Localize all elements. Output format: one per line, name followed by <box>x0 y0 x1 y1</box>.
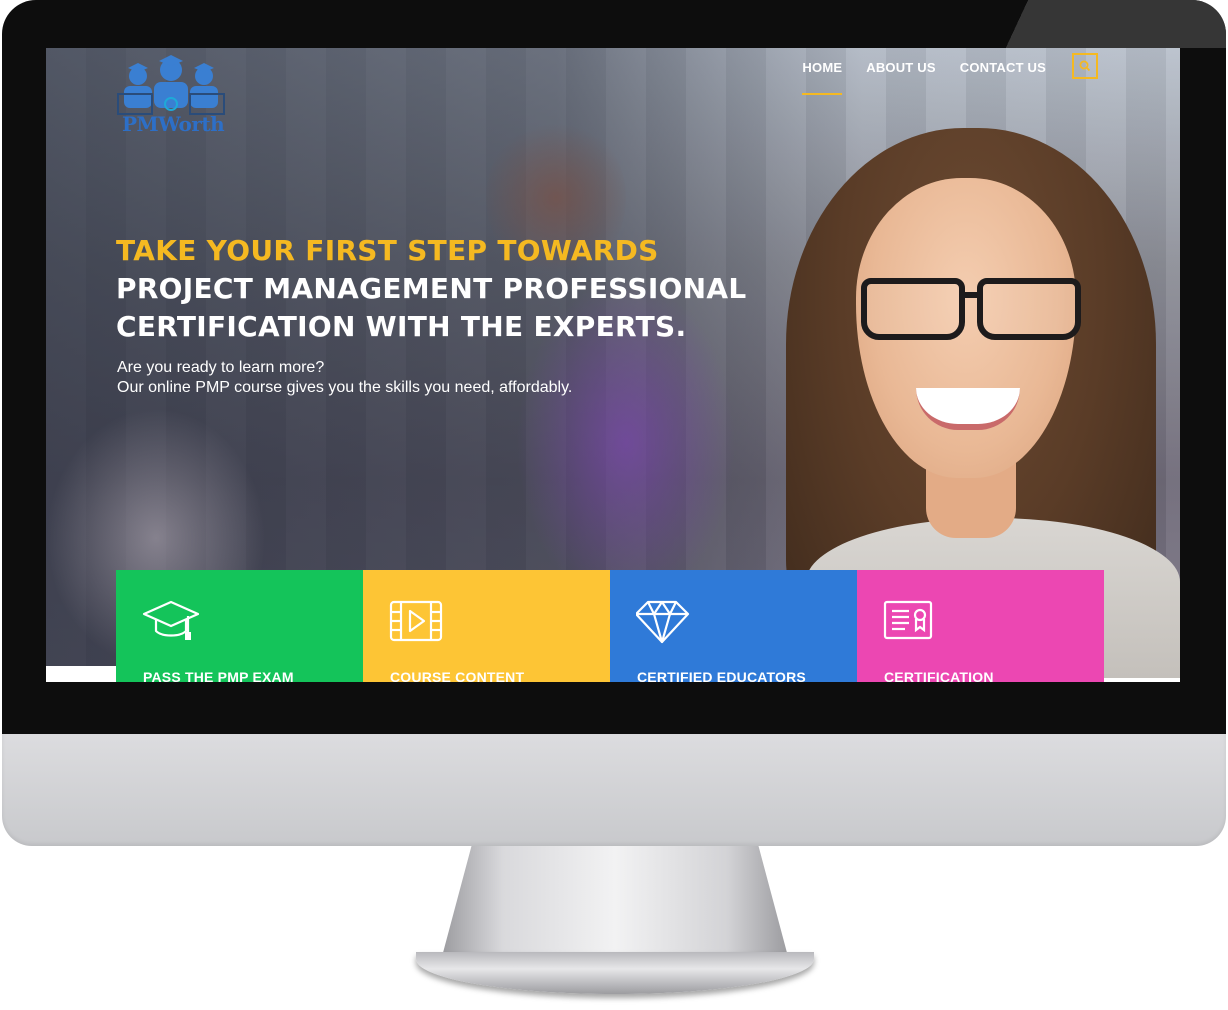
website-screen: PMWorth HOME ABOUT US CONTACT US TAKE YO… <box>46 48 1180 682</box>
glasses <box>861 278 1081 340</box>
feature-card-course-content[interactable]: COURSE CONTENT <box>363 570 610 682</box>
feature-label: CERTIFIED EDUCATORS <box>637 669 806 682</box>
main-nav: HOME ABOUT US CONTACT US <box>802 60 1046 95</box>
headline-line-3: CERTIFICATION WITH THE EXPERTS. <box>116 310 687 343</box>
glasses-lens-left <box>861 278 965 340</box>
bezel-reflection <box>966 0 1226 48</box>
glasses-lens-right <box>977 278 1081 340</box>
feature-card-certified-educators[interactable]: CERTIFIED EDUCATORS <box>610 570 857 682</box>
diamond-icon <box>636 600 690 644</box>
feature-cards: PASS THE PMP EXAM COURSE CONTENT CERTIFI… <box>116 570 1104 682</box>
subtext-line-1: Are you ready to learn more? <box>117 359 325 376</box>
site-logo[interactable]: PMWorth <box>116 52 226 138</box>
video-film-icon <box>389 600 443 642</box>
headline-line-2: PROJECT MANAGEMENT PROFESSIONAL <box>116 272 747 305</box>
nav-contact-us[interactable]: CONTACT US <box>960 60 1046 95</box>
feature-label: COURSE CONTENT <box>390 669 525 682</box>
monitor-chin <box>2 734 1226 846</box>
monitor-stand <box>440 846 790 964</box>
feature-label: PASS THE PMP EXAM <box>143 669 294 682</box>
feature-label: CERTIFICATION <box>884 669 994 682</box>
search-icon <box>1079 60 1091 72</box>
graduation-cap-icon <box>142 600 200 640</box>
monitor-stand-base <box>416 952 814 994</box>
monitor-frame: PMWorth HOME ABOUT US CONTACT US TAKE YO… <box>0 0 1228 1010</box>
hero-headline: TAKE YOUR FIRST STEP TOWARDS PROJECT MAN… <box>116 232 816 346</box>
nav-home[interactable]: HOME <box>802 60 843 95</box>
hero-subtext: Are you ready to learn more? Our online … <box>117 358 572 398</box>
headline-accent: TAKE YOUR FIRST STEP TOWARDS <box>116 234 659 267</box>
nav-about-us[interactable]: ABOUT US <box>866 60 936 95</box>
subtext-line-2: Our online PMP course gives you the skil… <box>117 379 573 396</box>
search-button[interactable] <box>1072 53 1098 79</box>
feature-card-certification[interactable]: CERTIFICATION <box>857 570 1104 682</box>
feature-card-pass-exam[interactable]: PASS THE PMP EXAM <box>116 570 363 682</box>
certificate-icon <box>883 600 933 640</box>
logo-text: PMWorth <box>122 112 225 136</box>
